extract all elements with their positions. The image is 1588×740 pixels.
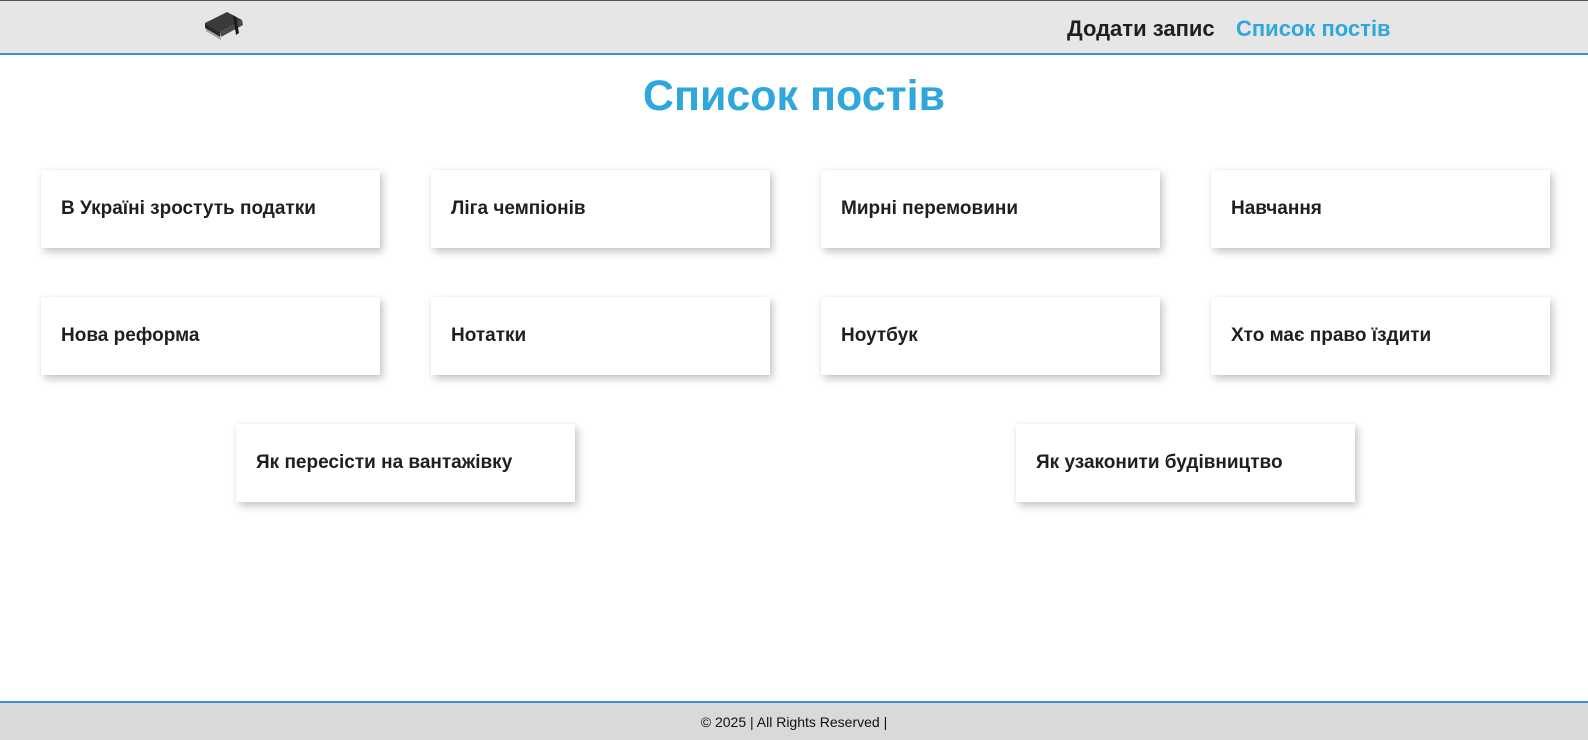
copyright-text: © 2025 | All Rights Reserved | xyxy=(700,714,888,730)
post-card[interactable]: Нова реформа xyxy=(41,297,380,375)
post-card[interactable]: Ноутбук xyxy=(821,297,1160,375)
nav-add-post-link[interactable]: Додати запис xyxy=(1067,16,1215,42)
post-card[interactable]: Ліга чемпіонів xyxy=(431,170,770,248)
post-title: В Україні зростуть податки xyxy=(61,198,316,219)
notebook-icon[interactable] xyxy=(203,11,245,43)
post-card[interactable]: Навчання xyxy=(1211,170,1550,248)
post-title: Нова реформа xyxy=(61,325,200,346)
nav-posts-list-link[interactable]: Список постів xyxy=(1236,16,1391,42)
post-title: Як узаконити будівництво xyxy=(1036,452,1283,473)
post-card[interactable]: Мирні перемовини xyxy=(821,170,1160,248)
post-card[interactable]: Нотатки xyxy=(431,297,770,375)
post-title: Мирні перемовини xyxy=(841,198,1019,219)
post-title: Хто має право їздити xyxy=(1231,325,1432,346)
page-title: Список постів xyxy=(642,72,946,120)
post-card[interactable]: Хто має право їздити xyxy=(1211,297,1550,375)
post-title: Ліга чемпіонів xyxy=(451,198,586,219)
post-title: Ноутбук xyxy=(841,325,918,346)
post-title: Нотатки xyxy=(451,325,527,346)
post-title: Як пересісти на вантажівку xyxy=(256,452,513,473)
post-card[interactable]: В Україні зростуть податки xyxy=(41,170,380,248)
site-header: Додати запис Список постів xyxy=(0,0,1588,55)
site-footer: © 2025 | All Rights Reserved | xyxy=(0,701,1588,740)
post-card[interactable]: Як пересісти на вантажівку xyxy=(236,424,575,502)
post-title: Навчання xyxy=(1231,198,1322,219)
post-card[interactable]: Як узаконити будівництво xyxy=(1016,424,1355,502)
